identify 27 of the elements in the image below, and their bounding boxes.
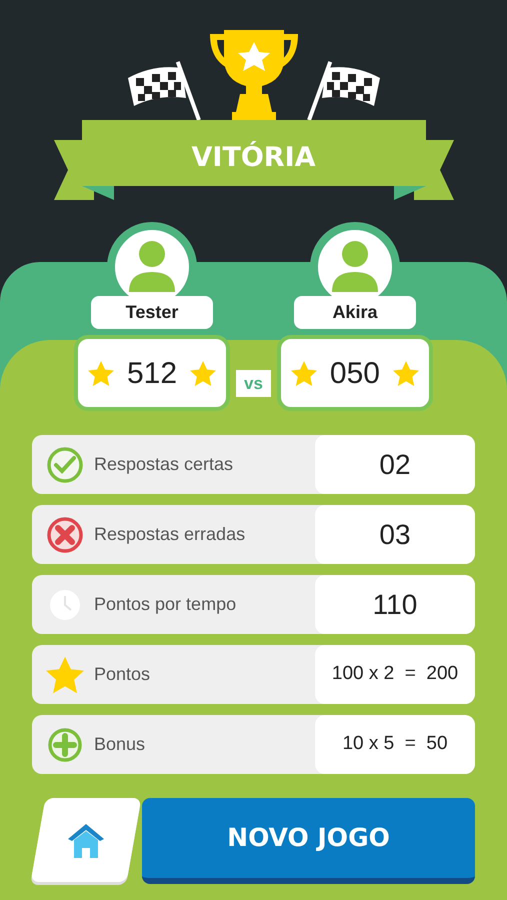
cross-circle-icon [46, 516, 84, 554]
stat-label: Respostas certas [94, 453, 234, 476]
versus-label: vs [236, 370, 271, 397]
victory-title: VITÓRIA [191, 142, 316, 175]
stat-label: Pontos [94, 663, 150, 686]
check-circle-icon [46, 446, 84, 484]
star-icon [46, 656, 84, 694]
stat-value: 03 [315, 505, 475, 564]
star-icon [290, 360, 317, 386]
star-icon [190, 360, 216, 386]
star-icon [88, 360, 114, 386]
stat-label: Respostas erradas [94, 523, 246, 546]
stat-value: 100 x 2 = 200 [315, 645, 475, 704]
stat-label: Bonus [94, 733, 146, 756]
player-name: Akira [294, 296, 416, 329]
plus-circle-icon [46, 726, 84, 764]
new-game-button[interactable]: NOVO JOGO [142, 798, 475, 884]
home-icon [66, 822, 106, 858]
stat-value: 02 [315, 435, 475, 494]
score-value: 050 [330, 356, 380, 392]
stat-label: Pontos por tempo [94, 593, 236, 616]
star-icon [392, 360, 419, 386]
stat-value: 110 [315, 575, 475, 634]
player-name: Tester [91, 296, 214, 329]
home-button[interactable] [30, 798, 142, 882]
stat-value: 10 x 5 = 50 [315, 715, 475, 774]
score-value: 512 [127, 356, 178, 392]
